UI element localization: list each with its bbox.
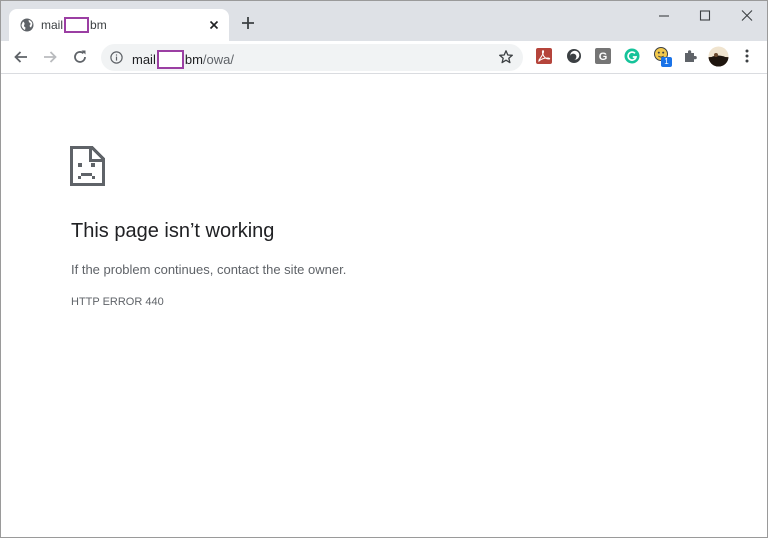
globe-icon	[20, 18, 34, 32]
browser-tab[interactable]: mail bm	[9, 9, 229, 41]
tab-strip: mail bm	[1, 1, 767, 41]
address-bar[interactable]: mail bm /owa/	[101, 44, 523, 71]
puzzle-extensions-icon[interactable]	[682, 48, 698, 64]
site-info-icon[interactable]	[110, 51, 123, 64]
reload-icon[interactable]	[70, 47, 90, 67]
tab-title: mail bm	[41, 17, 107, 33]
maximize-button[interactable]	[695, 7, 715, 25]
notification-extension-icon[interactable]: 1	[653, 46, 673, 68]
extension-badge: 1	[661, 57, 672, 67]
grammarly-icon[interactable]	[624, 48, 640, 64]
browser-window: mail bm mail bm /owa/ G 1 This page isn’…	[0, 0, 768, 538]
minimize-button[interactable]	[654, 7, 674, 25]
sad-page-icon	[70, 146, 105, 186]
url-text: mail bm /owa/	[132, 50, 234, 69]
redaction-box	[156, 50, 184, 69]
acrobat-icon[interactable]	[536, 48, 552, 64]
error-message: If the problem continues, contact the si…	[71, 262, 347, 277]
url-prefix: mail	[132, 52, 156, 67]
menu-kebab-icon[interactable]	[743, 48, 751, 64]
dark-circle-icon[interactable]	[566, 48, 582, 64]
new-tab-button[interactable]	[239, 14, 257, 32]
svg-text:G: G	[599, 51, 608, 63]
redaction-box	[64, 17, 90, 33]
tab-title-prefix: mail	[41, 18, 64, 32]
error-title: This page isn’t working	[71, 220, 275, 242]
url-path: /owa/	[202, 52, 234, 67]
profile-avatar[interactable]	[708, 46, 729, 67]
error-code: HTTP ERROR 440	[71, 296, 164, 308]
url-host-suffix: bm	[184, 52, 203, 67]
tab-title-suffix: bm	[90, 18, 107, 32]
tab-close-icon[interactable]	[207, 18, 221, 32]
forward-icon[interactable]	[40, 47, 60, 67]
bookmark-star-icon[interactable]	[498, 49, 514, 65]
g-extension-icon[interactable]: G	[595, 48, 611, 64]
back-icon[interactable]	[11, 47, 31, 67]
close-window-button[interactable]	[737, 7, 757, 25]
